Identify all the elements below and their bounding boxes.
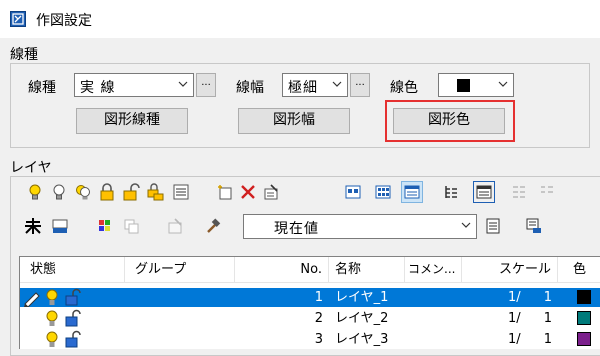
bulb-on-icon[interactable] <box>44 330 60 349</box>
properties-disabled-icon <box>165 216 185 236</box>
line-width-label: 線幅 <box>236 80 264 96</box>
lock-icon[interactable] <box>97 182 117 202</box>
line-width-more-button[interactable]: ... <box>350 73 370 97</box>
bulb-on-icon[interactable] <box>44 309 60 328</box>
pencil-icon <box>22 288 42 308</box>
row-name: レイヤ_2 <box>335 311 389 326</box>
row-no: 1 <box>314 290 323 305</box>
table-row[interactable]: 1 レイヤ_1 1/ 1 <box>20 288 600 308</box>
layer-list-icon[interactable] <box>171 182 191 202</box>
copy-disabled-icon <box>121 216 141 236</box>
color-palette-icon[interactable] <box>95 216 115 236</box>
line-color-label: 線色 <box>390 80 418 96</box>
col-header-comment[interactable]: コメン... <box>405 257 462 283</box>
bulb-off-icon[interactable] <box>49 182 69 202</box>
indent-disabled-icon <box>509 182 529 202</box>
chevron-down-icon <box>498 81 508 87</box>
bulb-toggle-icon[interactable] <box>73 182 93 202</box>
row-no: 3 <box>314 332 323 347</box>
window-title: 作図設定 <box>36 13 92 29</box>
line-type-combo[interactable]: 実 線 <box>74 73 194 97</box>
unassigned-icon[interactable] <box>23 216 43 236</box>
view-small-icon[interactable] <box>343 182 363 202</box>
line-type-label: 線種 <box>28 80 56 96</box>
chevron-down-icon <box>332 81 342 87</box>
row-color-swatch <box>577 332 591 346</box>
col-header-scale[interactable]: スケール <box>462 257 558 283</box>
layer-export-icon[interactable] <box>524 216 544 236</box>
table-row[interactable]: 2 レイヤ_2 1/ 1 <box>20 309 600 328</box>
unlock-icon[interactable] <box>64 309 82 328</box>
hammer-icon[interactable] <box>203 216 223 236</box>
current-value-combo[interactable]: 現在値 <box>243 214 477 239</box>
row-name: レイヤ_3 <box>335 332 389 347</box>
line-type-value: 実 線 <box>80 80 116 96</box>
row-scale-a: 1/ <box>508 290 521 305</box>
layer-group-title: レイヤ <box>10 160 52 176</box>
app-icon <box>10 11 26 27</box>
col-header-no[interactable]: No. <box>235 257 329 283</box>
current-value-text: 現在値 <box>274 221 319 237</box>
tree-view-icon[interactable] <box>441 182 461 202</box>
layer-table[interactable]: 状態 グループ No. 名称 コメン... スケール 色 1 レイヤ_1 1/ … <box>19 256 600 349</box>
view-detail-icon[interactable] <box>401 181 423 203</box>
col-header-name[interactable]: 名称 <box>329 257 405 283</box>
row-color-swatch <box>577 290 591 304</box>
col-header-status[interactable]: 状態 <box>20 257 125 283</box>
chevron-down-icon <box>178 81 188 87</box>
delete-icon[interactable] <box>238 182 258 202</box>
row-scale-a: 1/ <box>508 311 521 326</box>
bulb-on-icon[interactable] <box>25 182 45 202</box>
row-scale-b: 1 <box>543 332 552 347</box>
row-color-swatch <box>577 311 591 325</box>
line-type-more-button[interactable]: ... <box>196 73 216 97</box>
col-header-color[interactable]: 色 <box>558 257 600 283</box>
unlock-icon[interactable] <box>64 288 82 307</box>
document-list-icon[interactable] <box>483 216 503 236</box>
view-grid-icon[interactable] <box>373 182 393 202</box>
line-color-swatch <box>457 79 470 92</box>
outdent-disabled-icon <box>537 182 557 202</box>
row-no: 2 <box>314 311 323 326</box>
layer-properties-icon[interactable] <box>261 182 281 202</box>
title-bar: 作図設定 <box>0 0 600 38</box>
lock-toggle-icon[interactable] <box>145 182 165 202</box>
line-width-value: 極細 <box>288 80 318 96</box>
line-color-combo[interactable] <box>438 73 514 97</box>
row-name: レイヤ_1 <box>335 290 389 305</box>
table-view-icon[interactable] <box>473 181 495 203</box>
shape-line-type-button[interactable]: 図形線種 <box>76 108 188 134</box>
line-width-combo[interactable]: 極細 <box>282 73 348 97</box>
row-scale-a: 1/ <box>508 332 521 347</box>
row-scale-b: 1 <box>543 311 552 326</box>
table-row[interactable]: 3 レイヤ_3 1/ 1 <box>20 330 600 349</box>
shape-width-button[interactable]: 図形幅 <box>238 108 350 134</box>
bulb-on-icon[interactable] <box>44 288 60 307</box>
unlock-icon[interactable] <box>121 182 141 202</box>
chevron-down-icon <box>461 222 471 228</box>
row-scale-b: 1 <box>543 290 552 305</box>
col-header-group[interactable]: グループ <box>125 257 235 283</box>
highlight-box <box>385 100 515 142</box>
save-layer-icon[interactable] <box>50 216 70 236</box>
line-group-title: 線種 <box>10 47 38 63</box>
new-layer-icon[interactable] <box>215 182 235 202</box>
unlock-icon[interactable] <box>64 330 82 349</box>
